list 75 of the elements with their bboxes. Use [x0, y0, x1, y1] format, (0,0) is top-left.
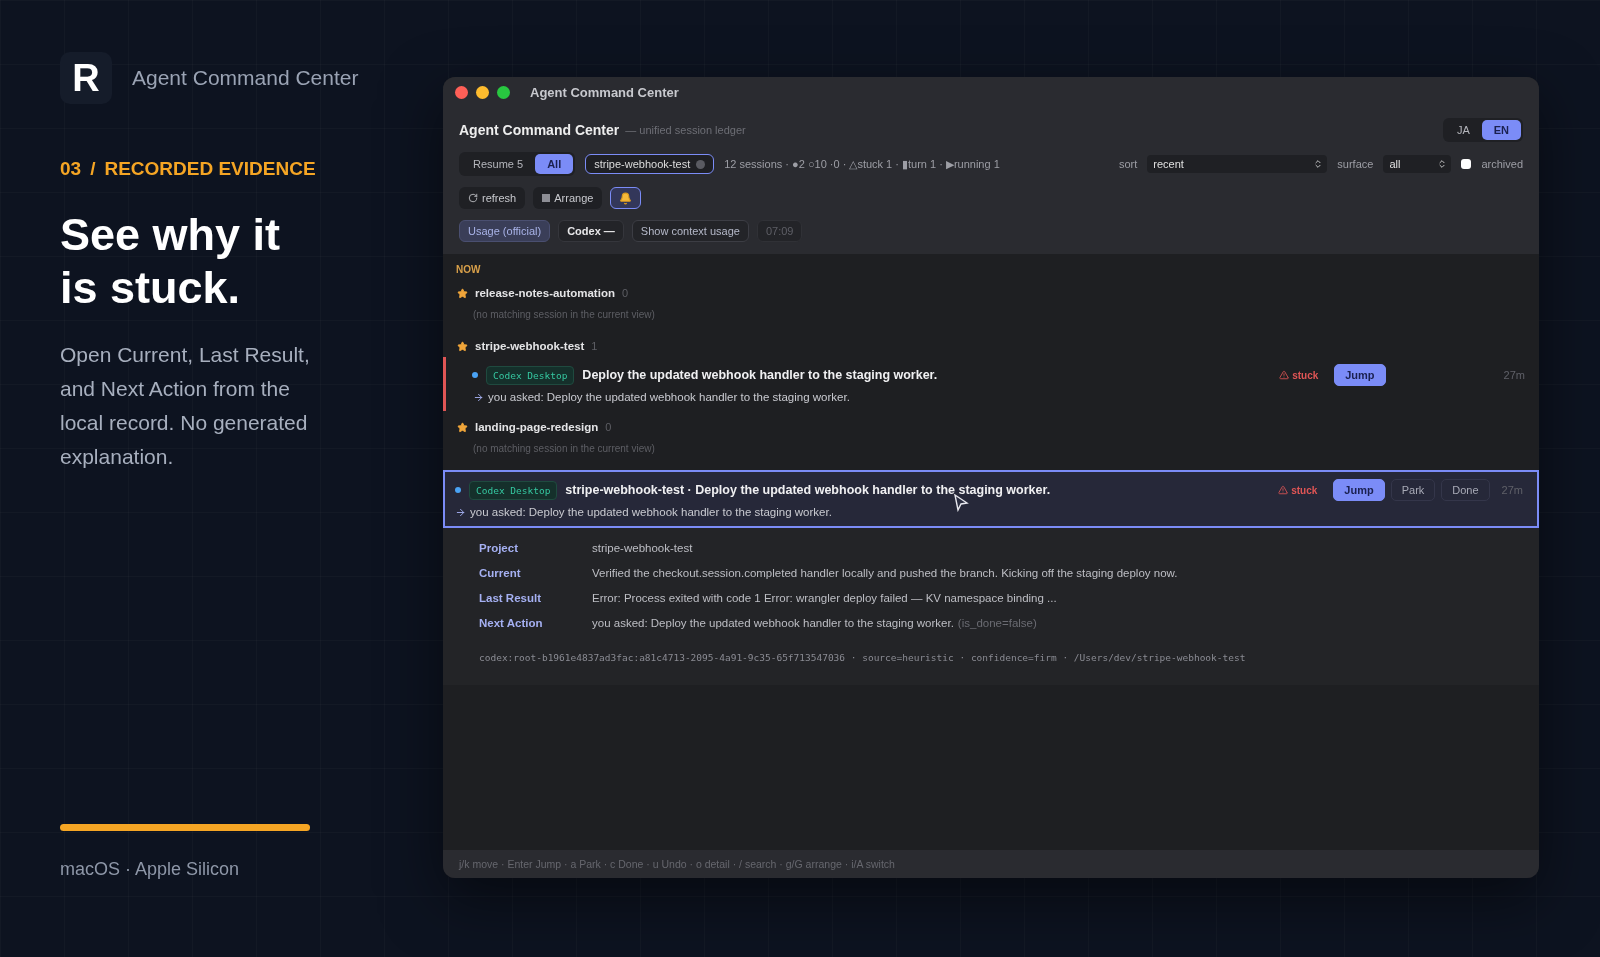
bell-icon — [619, 191, 633, 205]
source-badge: Codex Desktop — [486, 365, 575, 385]
project-name[interactable]: stripe-webhook-test — [475, 340, 585, 352]
view-tab[interactable]: All — [535, 154, 574, 174]
arrange-button[interactable]: Arrange — [533, 187, 603, 209]
action-button[interactable]: Jump — [1334, 364, 1386, 386]
session-age: 27m — [1503, 369, 1525, 381]
detail-label: Current — [479, 567, 522, 579]
logo: R — [60, 52, 112, 104]
minimize-button[interactable] — [476, 85, 489, 99]
description: Open Current, Last Result, and Next Action from the local record. No generated explanation. — [60, 342, 311, 470]
group-label: NOW — [455, 264, 482, 275]
detail-label: Next Action — [479, 617, 544, 629]
zoom-button[interactable] — [497, 85, 510, 99]
app-subtitle: — unified session ledger — [625, 124, 746, 136]
session-count: 1 — [591, 340, 598, 352]
chevron-icon — [1437, 159, 1448, 169]
project-filter-chip[interactable]: stripe-webhook-test — [585, 154, 715, 174]
bell-button[interactable] — [610, 187, 642, 209]
section-number: 03 — [60, 158, 82, 180]
status-dot — [455, 487, 461, 493]
detail-value: stripe-webhook-test — [592, 542, 693, 554]
surface-label: surface — [1337, 158, 1374, 170]
detail-label: Project — [479, 542, 519, 554]
language-tab[interactable]: EN — [1481, 120, 1521, 140]
session-count: 0 — [621, 287, 629, 299]
warning-icon — [1278, 485, 1289, 495]
session-title: stripe-webhook-test · Deploy the updated webhook handler to the staging worker. — [565, 483, 1051, 497]
warning-icon — [1279, 370, 1290, 380]
detail-note: (is_done=false) — [957, 617, 1037, 629]
section-separator: / — [90, 158, 96, 180]
brand-title: Agent Command Center — [132, 66, 359, 90]
close-button[interactable] — [455, 85, 468, 99]
action-button[interactable]: Park — [1390, 479, 1436, 501]
project-name[interactable]: release-notes-automation — [475, 287, 615, 299]
platform-note: macOS · Apple Silicon — [60, 859, 241, 880]
square-icon — [542, 194, 551, 202]
section-label: RECORDED EVIDENCE — [104, 158, 316, 180]
status-label: stuck — [1279, 369, 1319, 381]
action-button[interactable]: Done — [1441, 479, 1490, 501]
arrow-icon — [473, 391, 484, 403]
window-title: Agent Command Center — [530, 84, 679, 100]
session-summary: 12 sessions · ●2 ○10 ·0 · △stuck 1 · ▮turn 1 · ▶running 1 — [724, 157, 1000, 171]
provider-button[interactable]: Codex — — [558, 220, 624, 242]
status-dot — [472, 372, 478, 378]
status-label: stuck — [1278, 484, 1318, 496]
language-tab[interactable]: JA — [1444, 120, 1482, 140]
archived-checkbox[interactable] — [1461, 159, 1472, 169]
archived-label: archived — [1481, 158, 1523, 170]
usage-button[interactable]: Usage (official) — [459, 220, 551, 242]
session-title: Deploy the updated webhook handler to the staging worker. — [582, 368, 938, 382]
action-button[interactable]: Jump — [1333, 479, 1385, 501]
detail-value: you asked: Deploy the updated webhook handler to the staging worker. — [592, 617, 954, 629]
session-row[interactable]: Codex Desktop Deploy the updated webhook handler to the staging worker. stuck Jump 27m you asked: Deploy the updated webhook handler to the staging worker. — [443, 357, 1539, 411]
detail-value: Error: Process exited with code 1 Error: wrangler deploy failed — KV namespace binding ... — [592, 592, 1057, 604]
arrow-icon — [455, 506, 466, 518]
surface-select[interactable]: all — [1383, 155, 1452, 173]
sort-label: sort — [1119, 158, 1138, 170]
sort-select[interactable]: recent — [1147, 155, 1328, 173]
view-tab[interactable]: Resume 5 — [461, 154, 536, 174]
app-title: Agent Command Center — [459, 122, 620, 138]
headline: See why it is stuck. — [60, 208, 282, 314]
action-button[interactable]: Show context usage — [631, 220, 749, 242]
session-meta: codex:root-b1961e4837ad3fac:a81c4713-2095-4a91-9c35-65f713547036 · source=heuristic · confidence=firm · /Users/dev/stripe-webhook-test — [479, 652, 1247, 663]
clear-icon[interactable] — [696, 159, 706, 169]
prompt-text: you asked: Deploy the updated webhook handler to the staging worker. — [470, 506, 832, 518]
refresh-button[interactable]: refresh — [459, 187, 526, 209]
project-name[interactable]: landing-page-redesign — [475, 421, 599, 433]
refresh-icon — [468, 193, 478, 203]
prompt-text: you asked: Deploy the updated webhook handler to the staging worker. — [488, 391, 850, 403]
source-badge: Codex Desktop — [469, 480, 558, 500]
detail-label: Last Result — [479, 592, 542, 604]
session-count: 0 — [605, 421, 612, 433]
detail-value: Verified the checkout.session.completed handler locally and pushed the branch. Kicking off the staging deploy now. — [592, 567, 1178, 579]
chevron-icon — [1313, 159, 1324, 169]
